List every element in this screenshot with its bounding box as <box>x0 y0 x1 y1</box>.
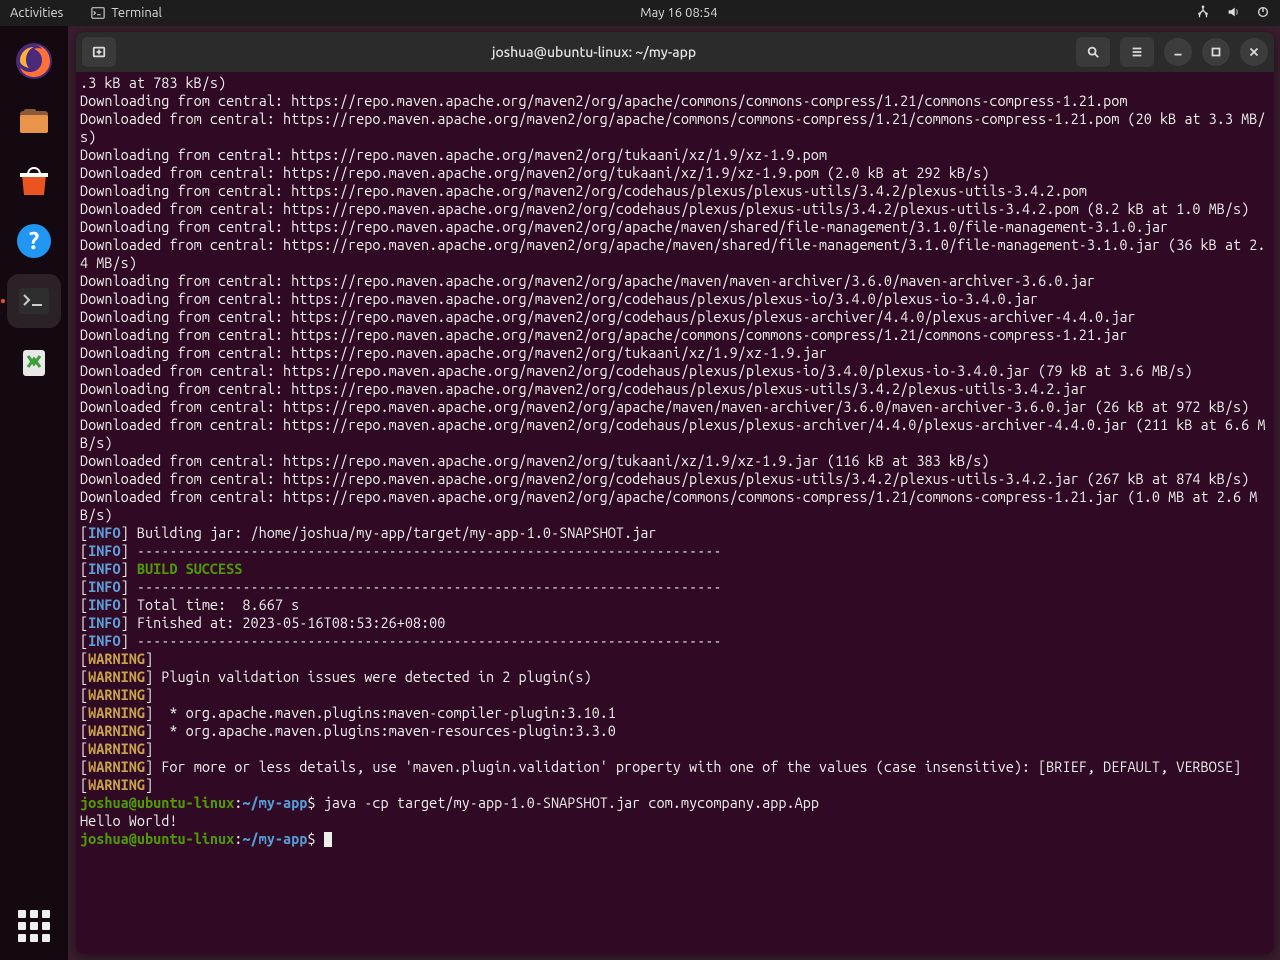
close-button[interactable] <box>1240 38 1268 66</box>
hamburger-icon <box>1130 45 1144 59</box>
shopping-bag-icon <box>14 161 54 201</box>
files-icon <box>14 101 54 141</box>
maximize-icon <box>1209 45 1223 59</box>
terminal-icon <box>14 281 54 321</box>
search-button[interactable] <box>1076 37 1110 67</box>
maximize-button[interactable] <box>1202 38 1230 66</box>
activities-button[interactable]: Activities <box>10 6 63 20</box>
show-applications[interactable] <box>18 910 50 942</box>
hamburger-menu[interactable] <box>1120 37 1154 67</box>
new-tab-icon <box>92 45 106 59</box>
dock: ? <box>0 26 68 960</box>
dock-files[interactable] <box>7 94 61 148</box>
app-menu-label: Terminal <box>111 6 162 20</box>
network-icon[interactable] <box>1196 5 1210 22</box>
terminal-small-icon <box>91 6 105 20</box>
app-menu[interactable]: Terminal <box>91 6 162 20</box>
titlebar: joshua@ubuntu-linux: ~/my-app <box>76 32 1274 72</box>
help-icon: ? <box>14 221 54 261</box>
trash-icon <box>14 341 54 381</box>
minimize-icon <box>1171 45 1185 59</box>
dock-software[interactable] <box>7 154 61 208</box>
dock-firefox[interactable] <box>7 34 61 88</box>
terminal-output[interactable]: .3 kB at 783 kB/s)Downloading from centr… <box>76 72 1274 954</box>
dock-trash[interactable] <box>7 334 61 388</box>
firefox-icon <box>14 41 54 81</box>
search-icon <box>1086 45 1100 59</box>
volume-icon[interactable] <box>1226 5 1240 22</box>
gnome-topbar: Activities Terminal May 16 08:54 <box>0 0 1280 26</box>
power-icon[interactable] <box>1256 5 1270 22</box>
close-icon <box>1247 45 1261 59</box>
dock-terminal[interactable] <box>7 274 61 328</box>
terminal-window: joshua@ubuntu-linux: ~/my-app .3 kB at 7… <box>76 32 1274 954</box>
svg-text:?: ? <box>29 227 40 254</box>
minimize-button[interactable] <box>1164 38 1192 66</box>
window-title: joshua@ubuntu-linux: ~/my-app <box>122 44 1066 60</box>
new-tab-button[interactable] <box>82 37 116 67</box>
dock-help[interactable]: ? <box>7 214 61 268</box>
clock[interactable]: May 16 08:54 <box>640 6 717 20</box>
